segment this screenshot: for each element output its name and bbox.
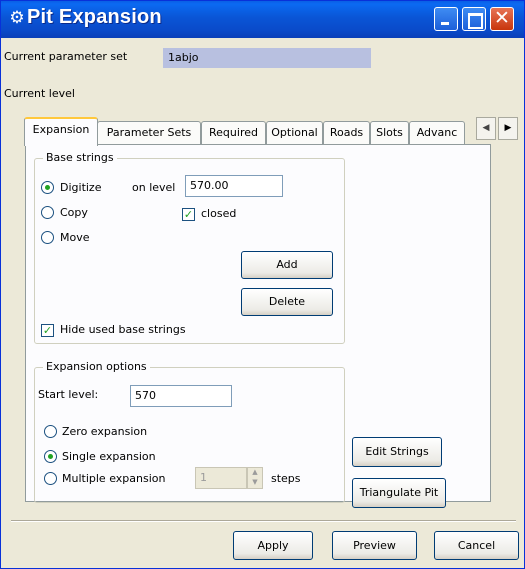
tab-optional[interactable]: Optional [266, 121, 323, 145]
tab-scroll-right-button[interactable]: ▶ [498, 117, 518, 140]
maximize-icon [463, 8, 485, 30]
hide-used-base-strings-label: Hide used base strings [60, 323, 186, 336]
on-level-label: on level [132, 181, 176, 194]
on-level-field[interactable]: 570.00 [185, 175, 283, 197]
chevron-left-icon: ◀ [482, 123, 490, 133]
spin-down-icon[interactable]: ▼ [248, 478, 262, 488]
move-radio[interactable] [41, 231, 54, 244]
close-button[interactable]: ✕ [490, 7, 514, 31]
steps-label: steps [271, 472, 301, 485]
tab-scroll-left-button[interactable]: ◀ [476, 117, 496, 140]
tab-roads[interactable]: Roads [323, 121, 370, 145]
base-strings-group-title: Base strings [43, 151, 117, 164]
tab-advanced[interactable]: Advanc [409, 121, 465, 145]
preview-button[interactable]: Preview [332, 531, 417, 560]
hide-used-base-strings-checkbox[interactable]: ✓ [41, 324, 54, 337]
pit-expansion-window: ⚙ Pit Expansion ✕ Current parameter set … [0, 0, 525, 569]
closed-checkbox[interactable]: ✓ [182, 208, 195, 221]
steps-field[interactable]: 1 [195, 467, 247, 489]
maximize-button[interactable] [462, 7, 486, 31]
apply-button[interactable]: Apply [233, 531, 313, 560]
closed-label: closed [201, 207, 237, 220]
zero-expansion-radio[interactable] [44, 425, 57, 438]
add-button[interactable]: Add [241, 251, 333, 279]
digitize-radio[interactable] [41, 181, 54, 194]
copy-radio[interactable] [41, 206, 54, 219]
start-level-label: Start level: [38, 388, 99, 401]
expansion-options-group-title: Expansion options [43, 360, 150, 373]
minimize-button[interactable] [434, 7, 458, 31]
expansion-tab-panel: Base strings Digitize Copy Move on level… [25, 144, 491, 508]
window-title: Pit Expansion [27, 6, 162, 28]
edit-strings-button[interactable]: Edit Strings [352, 437, 442, 467]
chevron-right-icon: ▶ [504, 123, 512, 133]
close-icon: ✕ [494, 7, 510, 29]
footer-divider [11, 520, 516, 522]
current-parameter-set-label: Current parameter set [4, 50, 128, 63]
delete-button[interactable]: Delete [241, 288, 333, 316]
gear-icon[interactable]: ⚙ [8, 9, 26, 27]
move-label: Move [60, 231, 90, 244]
multiple-expansion-label: Multiple expansion [62, 472, 166, 485]
triangulate-pit-button[interactable]: Triangulate Pit [352, 478, 446, 508]
tab-slots[interactable]: Slots [370, 121, 409, 145]
single-expansion-label: Single expansion [62, 450, 156, 463]
tab-parameter-sets[interactable]: Parameter Sets [97, 121, 201, 145]
multiple-expansion-radio[interactable] [44, 472, 57, 485]
current-level-label: Current level [4, 87, 75, 100]
title-bar[interactable]: ⚙ Pit Expansion ✕ [1, 1, 524, 38]
expansion-options-group: Expansion options Start level: 570 Zero … [34, 360, 345, 503]
steps-spinner[interactable]: ▲ ▼ [247, 467, 263, 489]
current-parameter-set-field: 1abjo [163, 48, 371, 68]
single-expansion-radio[interactable] [44, 450, 57, 463]
base-strings-group: Base strings Digitize Copy Move on level… [34, 151, 345, 344]
zero-expansion-label: Zero expansion [62, 425, 148, 438]
minimize-icon [435, 8, 457, 30]
copy-label: Copy [60, 206, 88, 219]
digitize-label: Digitize [60, 181, 102, 194]
cancel-button[interactable]: Cancel [434, 531, 519, 560]
start-level-field[interactable]: 570 [130, 385, 232, 407]
tab-required[interactable]: Required [201, 121, 266, 145]
tab-expansion[interactable]: Expansion [24, 117, 98, 146]
spin-up-icon[interactable]: ▲ [248, 468, 262, 478]
